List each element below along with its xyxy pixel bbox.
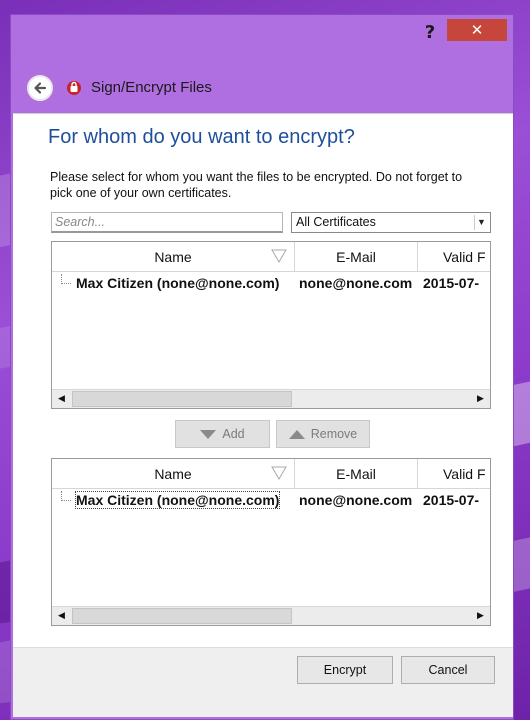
cancel-button[interactable]: Cancel — [401, 656, 495, 684]
scroll-right-icon[interactable]: ▶ — [471, 607, 490, 625]
sort-indicator-icon — [271, 249, 287, 263]
available-certificates-table[interactable]: Name E-Mail Valid F Max Citizen (none@no… — [51, 241, 491, 409]
cell-email: none@none.com — [299, 492, 413, 508]
table-header: Name E-Mail Valid F — [52, 242, 490, 272]
scrollbar-thumb[interactable] — [72, 608, 292, 624]
selected-recipients-table[interactable]: Name E-Mail Valid F Max Citizen (none@no… — [51, 458, 491, 626]
add-label: Add — [222, 427, 245, 441]
wizard-header: Sign/Encrypt Files — [11, 73, 515, 103]
certificate-filter-select[interactable]: All Certificates ▼ — [291, 212, 491, 233]
tree-line — [61, 491, 71, 501]
back-button[interactable] — [27, 75, 53, 101]
search-input[interactable]: Search... — [51, 212, 283, 233]
horizontal-scrollbar[interactable]: ◀ ▶ — [52, 389, 490, 408]
cell-email: none@none.com — [299, 275, 413, 291]
instructions-text: Please select for whom you want the file… — [50, 170, 463, 200]
scroll-left-icon[interactable]: ◀ — [52, 390, 71, 408]
dialog-footer: Encrypt Cancel — [13, 647, 513, 717]
horizontal-scrollbar[interactable]: ◀ ▶ — [52, 606, 490, 625]
dropdown-arrow-icon[interactable]: ▼ — [474, 215, 488, 230]
scroll-left-icon[interactable]: ◀ — [52, 607, 71, 625]
encrypt-button[interactable]: Encrypt — [297, 656, 393, 684]
remove-label: Remove — [310, 427, 358, 441]
remove-button[interactable]: Remove — [276, 420, 370, 448]
column-header-email[interactable]: E-Mail — [295, 459, 418, 489]
column-header-name[interactable]: Name — [52, 459, 295, 489]
table-header: Name E-Mail Valid F — [52, 459, 490, 489]
column-header-name[interactable]: Name — [52, 242, 295, 272]
scrollbar-thumb[interactable] — [72, 391, 292, 407]
column-header-email[interactable]: E-Mail — [295, 242, 418, 272]
help-button[interactable]: ? — [415, 20, 445, 46]
window-title: Sign/Encrypt Files — [91, 79, 212, 96]
dialog-window: ? ✕ Sign/Encrypt Files For whom do you w… — [10, 14, 514, 720]
cell-name: Max Citizen (none@none.com) — [74, 491, 281, 509]
arrow-down-icon — [200, 430, 217, 440]
table-row[interactable]: Max Citizen (none@none.com) none@none.co… — [52, 491, 490, 509]
scroll-right-icon[interactable]: ▶ — [471, 390, 490, 408]
cell-valid-from: 2015-07- — [423, 492, 480, 508]
cell-name: Max Citizen (none@none.com) — [76, 275, 280, 291]
column-header-valid-from[interactable]: Valid F — [418, 459, 490, 489]
filter-selected-value: All Certificates — [296, 215, 376, 229]
tree-line — [61, 274, 71, 284]
table-row[interactable]: Max Citizen (none@none.com) none@none.co… — [52, 274, 490, 292]
sort-indicator-icon — [271, 466, 287, 480]
add-button[interactable]: Add — [175, 420, 270, 448]
kleopatra-icon — [67, 81, 81, 95]
cell-valid-from: 2015-07- — [423, 275, 480, 291]
title-bar: ? ✕ — [11, 15, 515, 55]
arrow-up-icon — [288, 430, 305, 440]
page-title: For whom do you want to encrypt? — [48, 126, 355, 148]
back-arrow-icon — [34, 82, 47, 94]
wizard-page: For whom do you want to encrypt? Please … — [13, 113, 513, 647]
close-button[interactable]: ✕ — [447, 19, 507, 41]
column-header-valid-from[interactable]: Valid F — [418, 242, 490, 272]
